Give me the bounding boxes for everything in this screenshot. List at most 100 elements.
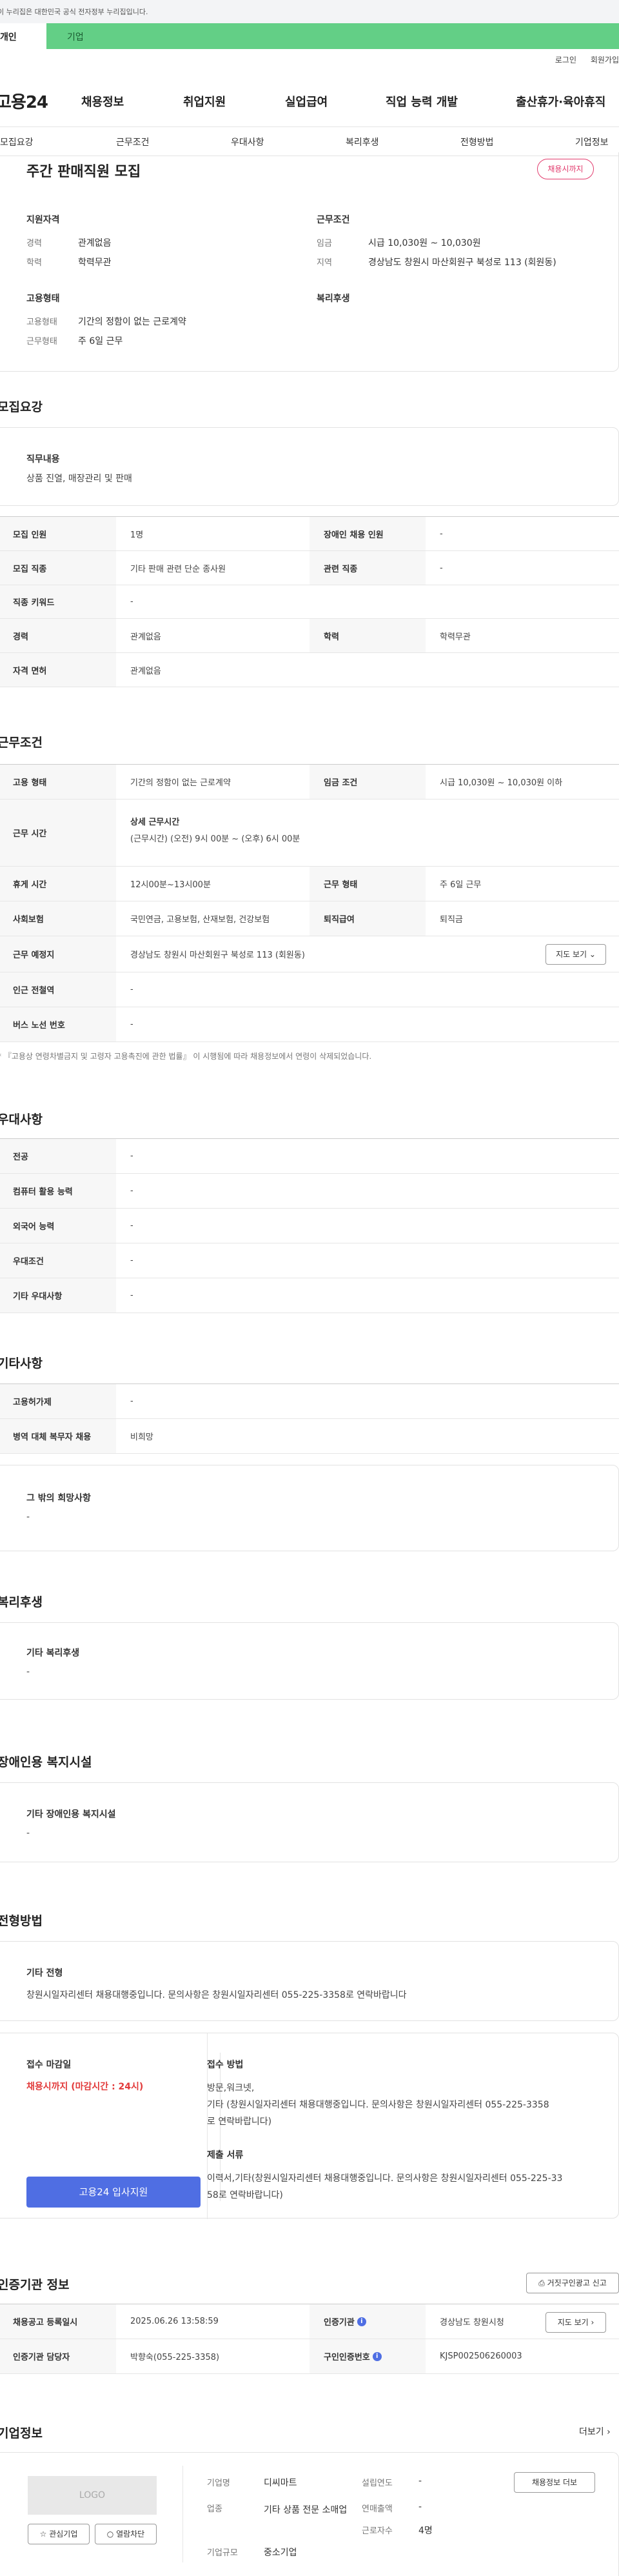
company-field-value: 4명 [418,2526,433,2536]
pref-heading: 우대사항 [0,1112,43,1127]
qual-heading: 지원자격 [26,215,60,225]
selection-box-value: 창원시일자리센터 채용대행중입니다. 문의사항은 창원시일자리센터 055-22… [26,1990,407,2000]
map-button-label: 지도 보기 [556,950,587,959]
cert-map-label: 지도 보기 [557,2318,589,2327]
gnb-item-employment-support[interactable]: 취업지원 [183,93,226,110]
row-label-text: 인증기관 [324,2318,355,2328]
method-line: 기타 (창원시일자리센터 채용대행중입니다. 문의사항은 창원시일자리센터 05… [207,2100,549,2110]
disability-box: 기타 장애인용 복지시설 - [0,1782,619,1862]
gov-notice-bar: 이 누리집은 대한민국 공식 전자정부 누리집입니다. [0,0,619,23]
cert-map-button[interactable]: 지도 보기 › [545,2312,606,2333]
row-label: 경력 [0,619,116,652]
row-value: 국민연금, 고용보험, 산재보험, 건강보험 [130,915,270,925]
row-value: - [130,1291,133,1300]
info-icon[interactable]: i [372,2351,382,2361]
cond-label: 임금 [317,239,332,248]
more-jobs-button[interactable]: 채용정보 더보 [514,2472,595,2493]
company-field-value: - [418,2476,422,2486]
table-row: 채용공고 등록일시 2025.06.26 13:58:59 인증기관 i 경상남도… [0,2304,619,2339]
subnav-recruit[interactable]: 모집요강 [0,136,34,148]
selection-heading: 전형방법 [0,1914,43,1928]
company-logo: LOGO [28,2476,157,2515]
login-link[interactable]: 로그인 [555,55,576,65]
company-heading: 기업정보 [0,2426,43,2440]
row-label: 학력 [310,619,426,652]
report-ad-button[interactable]: ⎙ 거짓구인광고 신고 [526,2273,619,2293]
divider [182,2466,183,2562]
etc-heading: 기타사항 [0,1356,43,1371]
row-label: 사회보험 [0,901,116,936]
gnb-item-skills[interactable]: 직업 능력 개발 [386,93,458,110]
cond-value: 경상남도 창원시 마산회원구 북성로 113 (회원동) [368,257,556,268]
table-row: 병역 대체 복무자 채용 비희망 [0,1419,619,1454]
row-value: (근무시간) (오전) 9시 00분 ~ (오후) 6시 00분 [130,834,300,844]
info-icon[interactable]: i [357,2317,366,2326]
etc-box-value: - [26,1512,30,1522]
table-row: 고용허가제 - [0,1384,619,1419]
row-value: - [440,563,443,573]
subnav-pref[interactable]: 우대사항 [231,136,264,148]
row-label-cert-org: 인증기관 i [310,2304,426,2339]
row-label: 기타 우대사항 [0,1278,116,1313]
etc-table: 고용허가제 - 병역 대체 복무자 채용 비희망 [0,1384,619,1454]
subnav-selection[interactable]: 전형방법 [460,136,494,148]
subnav-welfare[interactable]: 복리후생 [346,136,379,148]
table-row: 인증기관 담당자 박향숙(055-225-3358) 구인인증번호 i KJSP0… [0,2339,619,2374]
utility-links: 로그인 회원가입 [544,54,619,65]
duty-box: 직무내용 상품 진열, 매장관리 및 판매 [0,427,619,506]
company-field-label: 업종 [207,2504,222,2514]
cert-heading: 인증기관 정보 [0,2278,70,2292]
row-value: - [130,597,133,607]
report-icon: ⎙ [538,2279,545,2288]
work-heading: 근무조건 [0,736,43,750]
emp-label: 고용형태 [26,317,57,327]
etc-box-title: 그 밖의 희망사항 [26,1493,91,1504]
row-value: 1명 [130,530,144,540]
row-label: 버스 노선 번호 [0,1007,116,1041]
gnb-item-jobs[interactable]: 채용정보 [81,93,124,110]
subnav-work[interactable]: 근무조건 [116,136,150,148]
site-logo[interactable]: 고용24 [0,89,48,113]
block-company-button[interactable]: ○ 열람차단 [95,2524,157,2544]
welfare-section-heading: 복리후생 [0,1595,43,1609]
welfare-box: 기타 복리후생 - [0,1622,619,1700]
tab-company[interactable]: 기업 [46,23,619,49]
fav-company-button[interactable]: ☆ 관심기업 [28,2524,90,2544]
report-ad-label: 거짓구인광고 신고 [547,2279,607,2288]
apply-button[interactable]: 고용24 입사지원 [26,2177,201,2208]
row-value: - [130,1256,133,1265]
subnav-company[interactable]: 기업정보 [575,136,609,148]
row-label: 인증기관 담당자 [0,2339,116,2373]
row-value: 관계없음 [130,666,161,676]
table-row: 경력 관계없음 학력 학력무관 [0,619,619,653]
gnb-item-parental-leave[interactable]: 출산휴가·육아휴직 [516,93,605,110]
tab-personal[interactable]: 개인 [0,23,46,49]
table-row: 버스 노선 번호 - [0,1007,619,1042]
chevron-right-icon: › [591,2318,594,2327]
job-title: 주간 판매직원 모집 [26,164,141,180]
disability-box-value: - [26,1828,30,1838]
row-value: - [130,1396,133,1406]
row-label: 자격 면허 [0,653,116,687]
row-value: 박향숙(055-225-3358) [130,2353,220,2362]
company-field-label: 기업규모 [207,2548,238,2558]
company-field-label: 설립연도 [362,2479,393,2488]
map-button[interactable]: 지도 보기 ⌄ [545,944,606,965]
row-label: 임금 조건 [310,765,426,799]
recruit-table: 모집 인원 1명 장애인 채용 인원 - 모집 직종 기타 판매 관련 단순 종… [0,516,619,687]
gov-notice-text: 이 누리집은 대한민국 공식 전자정부 누리집입니다. [0,8,148,16]
gnb-item-unemployment-benefit[interactable]: 실업급여 [285,93,328,110]
global-nav: 고용24 채용정보 취업지원 실업급여 직업 능력 개발 출산휴가·육아휴직 [0,76,619,123]
join-link[interactable]: 회원가입 [591,55,619,65]
row-label: 퇴직급여 [310,901,426,936]
row-value: 12시00분~13시00분 [130,880,211,890]
company-field-label: 근로자수 [362,2526,393,2536]
chevron-down-icon: ⌄ [589,950,596,959]
table-row: 인근 전철역 - [0,972,619,1007]
company-more-link[interactable]: 더보기 › [579,2425,611,2438]
cond-value: 시급 10,030원 ~ 10,030원 [368,238,481,248]
row-value: - [130,1221,133,1231]
table-row: 컴퓨터 활용 능력 - [0,1174,619,1209]
row-label: 관련 직종 [310,551,426,585]
row-value: 경상남도 창원시 마산회원구 북성로 113 (회원동) [130,951,305,960]
